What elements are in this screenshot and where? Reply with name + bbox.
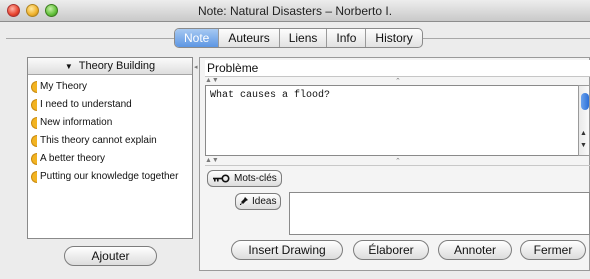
splitter-arrows-icon[interactable]: ▲▼ [205, 77, 219, 84]
scaffold-header[interactable]: ▼ Theory Building [28, 58, 192, 75]
annotate-button[interactable]: Annoter [438, 240, 512, 260]
scaffold-item-label: A better theory [40, 153, 106, 164]
add-button[interactable]: Ajouter [64, 246, 157, 266]
scaffold-item[interactable]: I need to understand [28, 96, 192, 114]
scaffold-panel: ▼ Theory Building My Theory I need to und… [27, 57, 193, 239]
scaffold-item[interactable]: My Theory [28, 78, 192, 96]
scaffold-item-label: This theory cannot explain [40, 135, 157, 146]
scroll-up-icon[interactable]: ▲ [580, 130, 587, 137]
tab-liens[interactable]: Liens [280, 29, 328, 47]
scaffold-bracket-icon [31, 153, 37, 165]
problem-scrollbar[interactable]: ▲ ▼ [578, 85, 590, 156]
key-icon [213, 174, 230, 183]
tab-note[interactable]: Note [175, 29, 220, 47]
close-button[interactable]: Fermer [520, 240, 586, 260]
elaborate-button[interactable]: Élaborer [353, 240, 429, 260]
tab-info[interactable]: Info [327, 29, 367, 47]
window-title: Note: Natural Disasters – Norberto I. [197, 4, 393, 18]
scaffold-item-label: I need to understand [40, 99, 132, 110]
scaffold-bracket-icon [31, 99, 37, 111]
scaffold-item-label: New information [40, 117, 113, 128]
splitter-grip-icon[interactable]: ⌃ [395, 157, 401, 165]
insert-drawing-button[interactable]: Insert Drawing [231, 240, 343, 260]
scaffold-item-label: Putting our knowledge together [40, 171, 179, 182]
tab-auteurs[interactable]: Auteurs [219, 29, 280, 47]
scaffold-title: Theory Building [78, 60, 156, 72]
splitter-grip-icon[interactable]: ⌃ [395, 77, 401, 85]
problem-text-area[interactable]: What causes a flood? [205, 85, 579, 156]
scaffold-bracket-icon [31, 135, 37, 147]
scroll-down-icon[interactable]: ▼ [580, 142, 587, 149]
scaffold-list: My Theory I need to understand New infor… [28, 75, 192, 186]
tab-history[interactable]: History [366, 29, 421, 47]
ideas-button[interactable]: Ideas [235, 193, 282, 210]
scrollbar-thumb[interactable] [581, 93, 589, 110]
scaffold-bracket-icon [31, 171, 37, 183]
scaffold-item-label: My Theory [40, 81, 88, 92]
scaffold-item[interactable]: Putting our knowledge together [28, 168, 192, 186]
splitter-arrows-icon[interactable]: ▲▼ [205, 157, 219, 164]
pin-icon [240, 197, 248, 205]
ideas-label: Ideas [252, 196, 277, 207]
ideas-field[interactable] [289, 192, 590, 235]
scaffold-bracket-icon [31, 117, 37, 129]
triangle-down-icon: ▼ [64, 62, 73, 71]
problem-label: Problème [205, 60, 590, 77]
scaffold-bracket-icon [31, 81, 37, 93]
scaffold-item[interactable]: A better theory [28, 150, 192, 168]
section-divider [205, 165, 590, 166]
scaffold-item[interactable]: This theory cannot explain [28, 132, 192, 150]
scaffold-item[interactable]: New information [28, 114, 192, 132]
tab-bar: Note Auteurs Liens Info History [174, 28, 423, 48]
panel-resize-handle[interactable]: ◂ [194, 63, 198, 71]
keywords-label: Mots-clés [234, 173, 277, 184]
title-bar: Note: Natural Disasters – Norberto I. [0, 0, 590, 22]
keywords-button[interactable]: Mots-clés [207, 170, 282, 187]
